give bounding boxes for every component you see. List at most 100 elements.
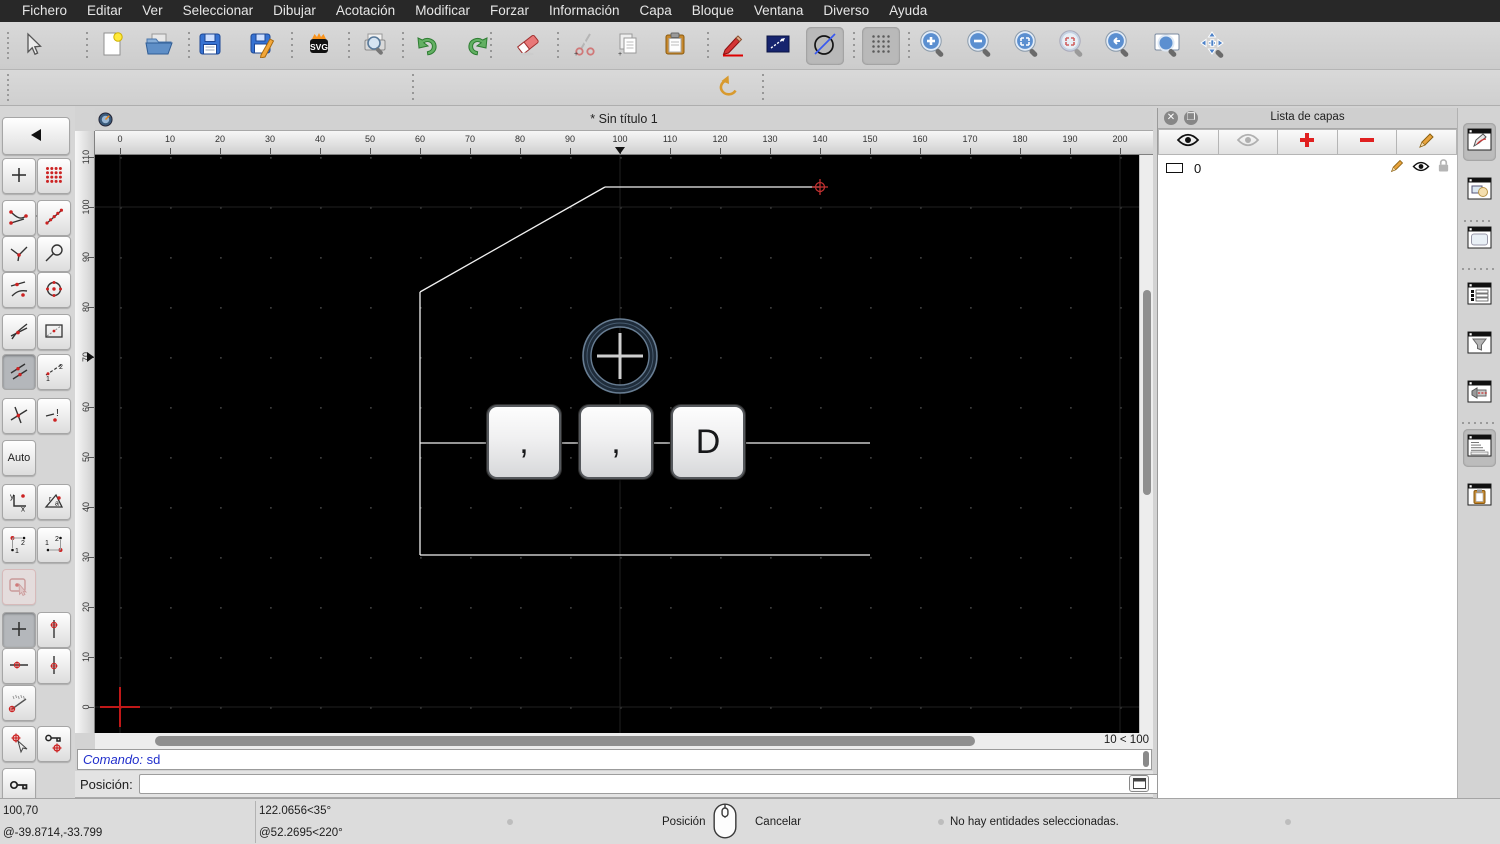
toggle-clipboard-button[interactable] xyxy=(1463,478,1496,516)
restore-reference-button[interactable] xyxy=(712,71,750,109)
options-drag-handle[interactable] xyxy=(7,74,9,102)
hide-all-layers-button[interactable] xyxy=(1218,129,1279,155)
pan-button[interactable] xyxy=(1194,27,1232,65)
coordinate-cartesian-button[interactable]: yx xyxy=(2,484,36,520)
position-input[interactable] xyxy=(139,774,1201,794)
snap-reference-button[interactable] xyxy=(37,314,71,350)
toggle-command-widget-button[interactable] xyxy=(1463,429,1496,467)
menu-dibujar[interactable]: Dibujar xyxy=(263,0,326,22)
command-line[interactable]: Comando: sd xyxy=(77,749,1152,770)
toggle-library-browser-button[interactable] xyxy=(1463,221,1496,259)
edit-layer-button[interactable] xyxy=(1397,129,1457,155)
snap-tangent-button[interactable] xyxy=(37,236,71,272)
snap-intersection-button[interactable] xyxy=(2,314,36,350)
construction-mode-button[interactable] xyxy=(806,27,844,65)
show-all-layers-button[interactable] xyxy=(1158,129,1219,155)
zoom-auto-button[interactable] xyxy=(1008,27,1046,65)
snap-center-button[interactable] xyxy=(37,272,71,308)
zoom-previous-button[interactable] xyxy=(1099,27,1137,65)
new-file-button[interactable] xyxy=(93,27,131,65)
h-ruler-tick xyxy=(920,148,921,154)
position-label: Posición: xyxy=(80,777,133,792)
cut-button[interactable]: + xyxy=(566,27,604,65)
layer-row[interactable]: 0 xyxy=(1158,157,1457,179)
restrict-vertical-button[interactable] xyxy=(37,648,71,684)
restrict-horizontal-button[interactable] xyxy=(2,648,36,684)
menu-capa[interactable]: Capa xyxy=(630,0,682,22)
vertical-scrollbar[interactable] xyxy=(1139,155,1153,733)
draw-mode-button[interactable] xyxy=(714,27,752,65)
toolbar-drag-handle[interactable] xyxy=(7,32,9,60)
snap-middle-button[interactable] xyxy=(2,354,36,390)
menu-diverso[interactable]: Diverso xyxy=(813,0,879,22)
snap-nearest-button[interactable] xyxy=(2,272,36,308)
toggle-layer-list-button[interactable] xyxy=(1463,123,1496,161)
lock-relative-zero-button[interactable] xyxy=(37,726,71,762)
snap-free-button[interactable] xyxy=(2,158,36,194)
snap-perpendicular-button[interactable] xyxy=(2,236,36,272)
position-panel-button[interactable] xyxy=(1129,775,1149,792)
snap-auto-button[interactable]: Auto xyxy=(2,440,36,476)
redo-button[interactable] xyxy=(459,27,497,65)
menu-informacion[interactable]: Información xyxy=(539,0,630,22)
h-ruler-tick-label: 170 xyxy=(962,134,978,144)
toggle-property-list-button[interactable] xyxy=(1463,277,1496,315)
snap-grid-button[interactable] xyxy=(37,158,71,194)
coordinate-polar-button[interactable]: ra xyxy=(37,484,71,520)
toggle-block-list-button[interactable] xyxy=(1463,172,1496,210)
order-sequential-button[interactable]: 12 xyxy=(2,527,36,563)
add-layer-button[interactable] xyxy=(1278,129,1338,155)
menu-seleccionar[interactable]: Seleccionar xyxy=(173,0,264,22)
menu-fichero[interactable]: Fichero xyxy=(12,0,77,22)
vertical-scrollbar-thumb[interactable] xyxy=(1143,290,1151,495)
restrict-orthogonal-button[interactable] xyxy=(37,612,71,648)
menu-editar[interactable]: Editar xyxy=(77,0,132,22)
menu-bloque[interactable]: Bloque xyxy=(682,0,744,22)
save-button[interactable] xyxy=(191,27,229,65)
undo-button[interactable] xyxy=(408,27,446,65)
drawing-canvas[interactable]: ,, D xyxy=(95,155,1139,733)
menu-ventana[interactable]: Ventana xyxy=(744,0,814,22)
menu-ver[interactable]: Ver xyxy=(132,0,172,22)
set-relative-zero-button[interactable] xyxy=(2,726,36,762)
paste-button[interactable] xyxy=(656,27,694,65)
print-preview-button[interactable] xyxy=(356,27,394,65)
menu-acotacion[interactable]: Acotación xyxy=(326,0,405,22)
restrict-nothing-button[interactable] xyxy=(2,569,36,605)
delete-button[interactable] xyxy=(509,27,547,65)
remove-layer-button[interactable] xyxy=(1337,129,1398,155)
layer-lock-icon[interactable] xyxy=(1437,158,1450,178)
grid-toggle-button[interactable] xyxy=(862,27,900,65)
menu-modificar[interactable]: Modificar xyxy=(405,0,480,22)
layer-visibility-eye-icon[interactable] xyxy=(1412,159,1430,177)
zoom-out-button[interactable] xyxy=(961,27,999,65)
copy-button[interactable]: + xyxy=(609,27,647,65)
zoom-window-button[interactable] xyxy=(1148,27,1186,65)
save-as-button[interactable] xyxy=(243,27,281,65)
h-ruler-tick xyxy=(1120,148,1121,154)
zoom-selection-button[interactable] xyxy=(1053,27,1091,65)
intersection-single-button[interactable]: ! xyxy=(37,398,71,434)
select-arrow-button[interactable] xyxy=(13,27,51,65)
snap-endpoints-button[interactable] xyxy=(2,200,36,236)
plus-red-icon xyxy=(1298,131,1316,154)
angle-snap-button[interactable] xyxy=(2,685,36,721)
open-file-button[interactable] xyxy=(140,27,178,65)
snap-distance-button[interactable]: 12 xyxy=(37,354,71,390)
command-scrollbar-thumb[interactable] xyxy=(1143,751,1149,767)
layer-edit-pencil-icon[interactable] xyxy=(1390,158,1405,178)
zoom-in-button[interactable] xyxy=(914,27,952,65)
horizontal-scrollbar-thumb[interactable] xyxy=(155,736,975,746)
toggle-selection-filter-button[interactable] xyxy=(1463,326,1496,364)
draw-order-button[interactable] xyxy=(759,27,797,65)
restrict-free-button[interactable] xyxy=(2,612,36,648)
menu-ayuda[interactable]: Ayuda xyxy=(879,0,937,22)
menu-forzar[interactable]: Forzar xyxy=(480,0,539,22)
export-svg-button[interactable]: SVG xyxy=(300,27,338,65)
toggle-announcer-button[interactable] xyxy=(1463,375,1496,413)
palette-collapse-button[interactable] xyxy=(2,117,70,155)
intersection-manual-button[interactable] xyxy=(2,398,36,434)
order-reverse-button[interactable]: 12 xyxy=(37,527,71,563)
horizontal-scrollbar[interactable]: 10 < 100 xyxy=(95,733,1153,749)
snap-on-entity-button[interactable] xyxy=(37,200,71,236)
